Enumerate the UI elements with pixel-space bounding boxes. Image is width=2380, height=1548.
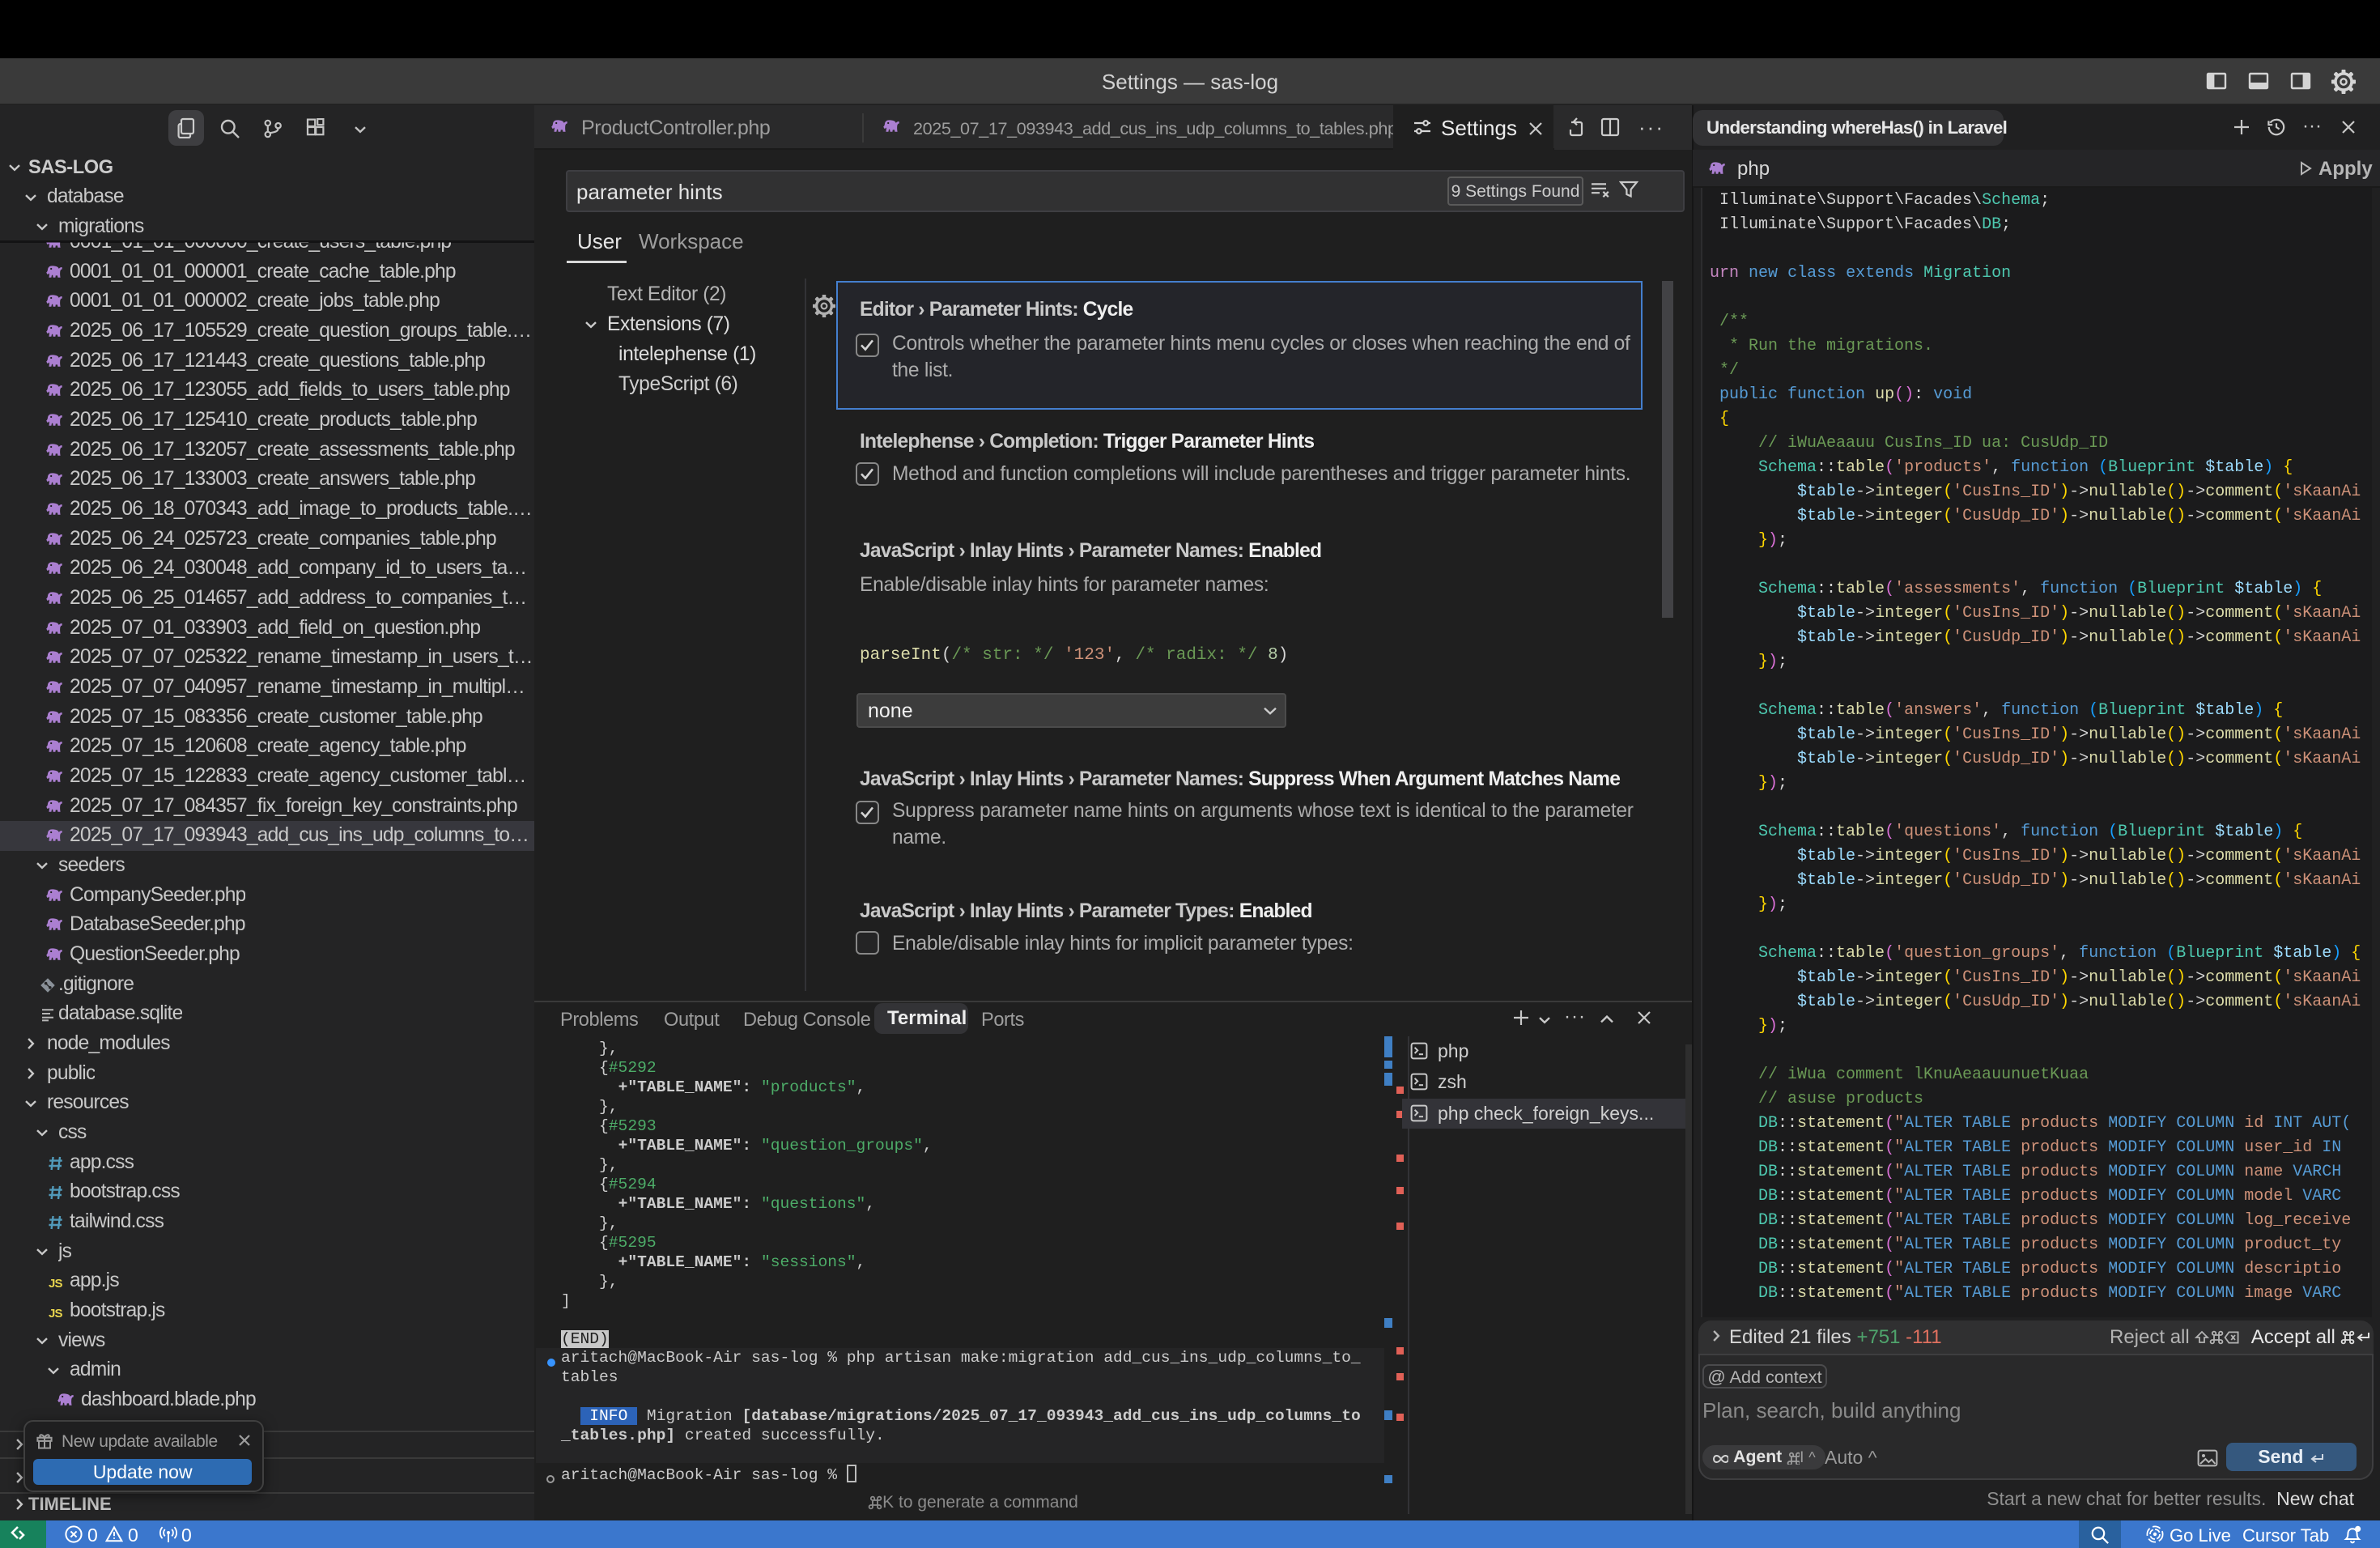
- svg-text:JS: JS: [49, 1307, 63, 1320]
- svg-text:JS: JS: [49, 1277, 63, 1291]
